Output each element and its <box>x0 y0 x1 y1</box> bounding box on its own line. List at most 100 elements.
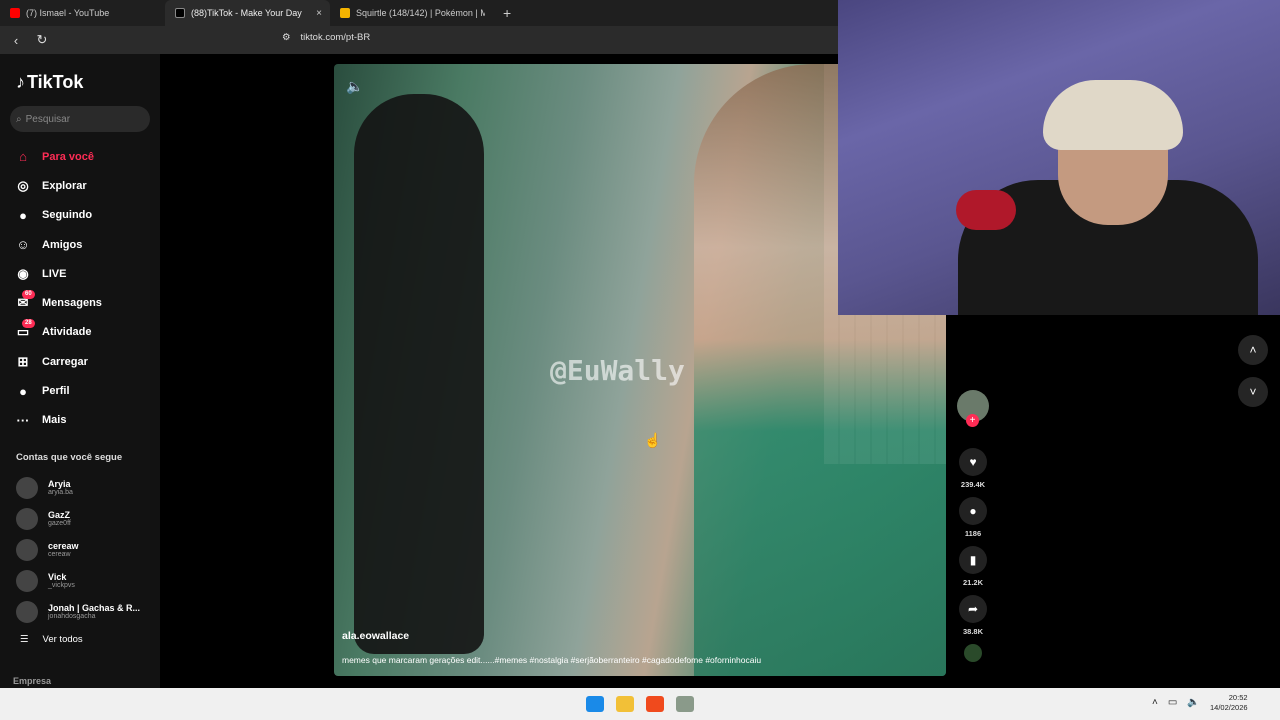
sidebar-item-home[interactable]: ⌂ Para você <box>14 142 102 171</box>
sidebar-item-activity[interactable]: ▭ 28 Atividade <box>14 318 102 347</box>
avatar <box>16 507 38 530</box>
comment-count: 1186 <box>964 529 982 538</box>
follow-plus-icon[interactable]: + <box>966 414 979 427</box>
author-avatar[interactable]: + <box>957 390 989 427</box>
following-account[interactable]: GazZ gaze0ff <box>16 503 140 534</box>
tiktok-logo[interactable]: ♪ TikTok <box>16 72 83 93</box>
sidebar-item-compass[interactable]: ◎ Explorar <box>14 171 102 200</box>
logo-text: TikTok <box>27 72 84 92</box>
tab-pokemon[interactable]: Squirtle (148/142) | Pokémon | MYP <box>330 0 495 26</box>
url-text: tiktok.com/pt-BR <box>300 32 371 43</box>
search-placeholder: Pesquisar <box>25 113 71 125</box>
chevron-down-icon: ˅ <box>1249 385 1257 399</box>
sidebar-item-label: Perfil <box>42 385 70 398</box>
save-count: 21.2K <box>962 578 983 587</box>
account-name: cereaw <box>48 541 79 551</box>
video-actions: + ♥ 239.4K ● 1186 ▮ 21.2K ➦ 38.8K <box>957 390 989 662</box>
see-all-button[interactable]: ☰ Ver todos <box>20 634 83 645</box>
brave-browser-icon[interactable] <box>646 696 664 712</box>
notification-badge: 28 <box>22 319 35 329</box>
list-icon: ☰ <box>20 634 29 645</box>
sidebar-item-upload[interactable]: ⊞ Carregar <box>14 347 102 376</box>
account-handle: aryia.ba <box>48 489 73 496</box>
music-disc-icon[interactable] <box>964 644 982 662</box>
previous-video-button[interactable]: ˄ <box>1238 335 1268 365</box>
tiktok-note-icon: ♪ <box>16 72 25 92</box>
video-watermark: @EuWally <box>550 354 685 387</box>
tiktok-icon <box>175 8 185 18</box>
comment-icon: ● <box>969 504 977 518</box>
save-button[interactable]: ▮ <box>959 546 987 574</box>
chevron-up-icon: ˄ <box>1249 343 1257 357</box>
windows-start-icon[interactable] <box>586 696 604 712</box>
following-account[interactable]: Vick _vickpvs <box>16 565 140 596</box>
search-input[interactable]: ⌕ Pesquisar <box>10 106 150 132</box>
sidebar-item-live[interactable]: ◉ LIVE <box>14 259 102 288</box>
account-name: GazZ <box>48 510 71 520</box>
chair-accent <box>956 190 1016 230</box>
system-tray: ˄ ▭ 🔈 <box>1152 697 1200 708</box>
company-link[interactable]: Empresa <box>13 676 51 686</box>
close-tab-icon[interactable]: × <box>316 8 322 19</box>
sidebar-item-profile[interactable]: ● Perfil <box>14 376 102 405</box>
sidebar-item-following[interactable]: ● Seguindo <box>14 201 102 230</box>
speaker-icon[interactable]: 🔈 <box>1187 697 1199 708</box>
new-tab-button[interactable]: + <box>495 5 519 21</box>
taskbar: ˄ ▭ 🔈 20:52 14/02/2026 <box>0 688 1280 720</box>
account-name: Jonah | Gachas & R... <box>48 603 141 613</box>
like-count: 239.4K <box>960 480 986 489</box>
avatar <box>16 538 38 561</box>
url-field[interactable]: ⚙ tiktok.com/pt-BR <box>282 32 370 43</box>
notification-badge: 60 <box>22 290 35 300</box>
share-count: 38.8K <box>962 627 983 636</box>
avatar <box>16 569 38 592</box>
sidebar-item-messages[interactable]: ✉ 60 Mensagens <box>14 288 102 317</box>
volume-icon[interactable]: 🔈 <box>346 78 363 95</box>
app-icon[interactable] <box>676 696 694 712</box>
tab-youtube[interactable]: (7) Ismael - YouTube <box>0 0 165 26</box>
account-name: Aryia <box>48 479 71 489</box>
reload-button[interactable]: ↻ <box>32 30 52 50</box>
clock[interactable]: 20:52 14/02/2026 <box>1210 693 1248 713</box>
tab-label: (7) Ismael - YouTube <box>26 8 110 18</box>
video-author[interactable]: ala.eowallace <box>342 630 409 642</box>
next-video-button[interactable]: ˅ <box>1238 377 1268 407</box>
following-account[interactable]: Jonah | Gachas & R... jonahdosgacha <box>16 596 140 627</box>
share-icon: ➦ <box>967 602 979 616</box>
streamer-hair <box>1043 80 1183 150</box>
sidebar-item-friends[interactable]: ☺ Amigos <box>14 230 102 259</box>
sidebar-item-label: LIVE <box>42 267 67 280</box>
like-button[interactable]: ♥ <box>959 448 987 476</box>
back-button[interactable]: ‹ <box>6 30 26 50</box>
following-list: Aryia aryia.ba GazZ gaze0ff cereaw cereaw Vick… <box>16 472 140 627</box>
chevron-up-icon[interactable]: ˄ <box>1152 697 1158 708</box>
activity-icon: ▭ 28 <box>14 319 35 341</box>
pokemon-icon <box>340 8 350 18</box>
account-text: cereaw cereaw <box>48 541 79 558</box>
home-icon: ⌂ <box>19 149 27 165</box>
share-button[interactable]: ➦ <box>959 595 987 623</box>
taskbar-apps <box>586 696 694 712</box>
main-nav: ⌂ Para você ◎ Explorar ● Seguindo ☺ Amigos ◉ LIVE… <box>14 142 102 435</box>
avatar <box>16 476 38 499</box>
sidebar-item-label: Seguindo <box>42 209 93 222</box>
sidebar-item-more[interactable]: ··· Mais <box>14 406 102 435</box>
following-account[interactable]: cereaw cereaw <box>16 534 140 565</box>
following-account[interactable]: Aryia aryia.ba <box>16 472 140 503</box>
comment-button[interactable]: ● <box>959 497 987 525</box>
video-caption: memes que marcaram gerações edit......#m… <box>342 655 762 665</box>
sidebar-item-label: Carregar <box>42 355 88 368</box>
account-text: Vick _vickpvs <box>48 572 75 589</box>
sidebar-item-label: Amigos <box>42 238 83 251</box>
network-icon[interactable]: ▭ <box>1168 697 1177 708</box>
account-handle: _vickpvs <box>48 582 75 589</box>
file-explorer-icon[interactable] <box>616 696 634 712</box>
site-info-icon[interactable]: ⚙ <box>282 32 291 43</box>
avatar <box>16 600 38 623</box>
account-text: Jonah | Gachas & R... jonahdosgacha <box>48 603 140 620</box>
mouse-cursor-icon: ☝ <box>644 432 662 448</box>
see-all-label: Ver todos <box>42 634 83 645</box>
account-text: Aryia aryia.ba <box>48 479 73 496</box>
sidebar-item-label: Mensagens <box>42 297 102 310</box>
tab-tiktok[interactable]: (88)TikTok - Make Your Day × <box>165 0 330 26</box>
